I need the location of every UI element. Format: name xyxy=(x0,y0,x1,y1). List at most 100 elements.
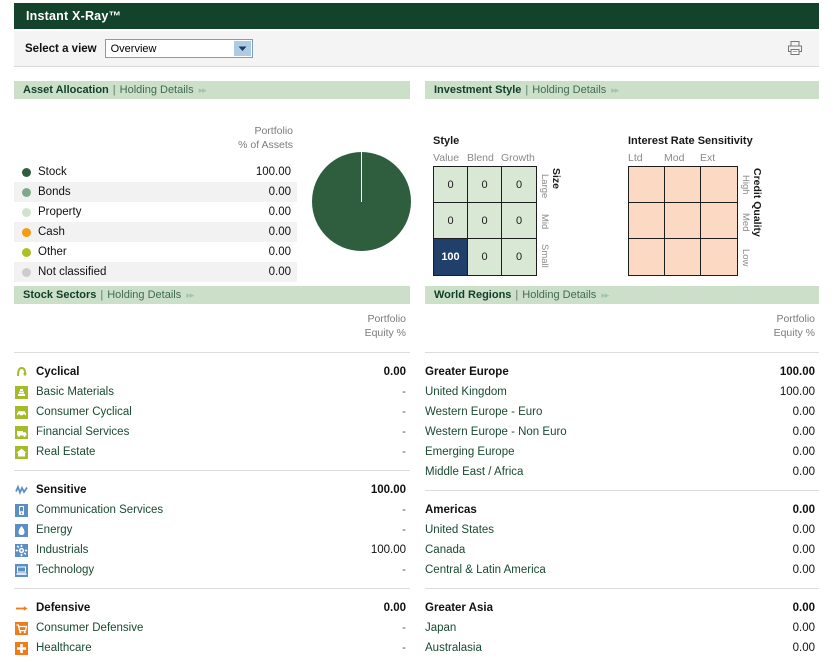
region-row: Emerging Europe 0.00 xyxy=(425,442,819,462)
world-regions-holding-details-link[interactable]: Holding Details xyxy=(522,289,596,301)
sector-group-header-row: Cyclical 0.00 xyxy=(14,362,410,382)
region-group: Americas 0.00 United States 0.00 Canada 0.00 C… xyxy=(425,491,819,580)
box-cell: 0 xyxy=(468,239,502,275)
stock-sectors-body: Portfolio Equity % Cyclical 0.00 Basic Mat… xyxy=(14,304,410,658)
investment-style-panel: Investment Style | Holding Details ▸▸ St… xyxy=(425,81,819,284)
sector-group-value: 0.00 xyxy=(383,366,406,378)
credit-quality-axis-name: Credit Quality xyxy=(751,168,763,237)
region-row: United States 0.00 xyxy=(425,520,819,540)
region-value: 0.00 xyxy=(792,564,815,576)
asset-class-value: 0.00 xyxy=(268,246,291,258)
world-regions-groups: Greater Europe 100.00 United Kingdom 100.00… xyxy=(425,353,819,658)
asset-class-value: 0.00 xyxy=(268,226,291,238)
sector-row: Energy - xyxy=(14,520,410,540)
healthcare-icon xyxy=(14,641,28,655)
box-row-label: Small xyxy=(539,244,550,269)
asset-class-value: 0.00 xyxy=(268,266,291,278)
style-box-group: Style Value Blend Growth 0 0 0 0 0 0 100 0 0 Large… xyxy=(433,135,562,276)
sector-label: Technology xyxy=(36,564,95,576)
sector-group-label: Sensitive xyxy=(36,484,87,496)
energy-icon xyxy=(14,523,28,537)
asset-class-label: Cash xyxy=(38,226,65,238)
region-label: United States xyxy=(425,524,495,536)
instant-xray-app: Instant X-Ray™ Select a view Overview As xyxy=(0,0,833,662)
stock-sectors-holding-details-link[interactable]: Holding Details xyxy=(107,289,181,301)
sensitive-icon xyxy=(14,484,28,495)
asset-allocation-panel: Asset Allocation | Holding Details ▸▸ Po… xyxy=(14,81,411,284)
printer-icon xyxy=(787,40,803,59)
stock-sectors-header: Stock Sectors | Holding Details ▸▸ xyxy=(14,286,410,304)
view-select-value: Overview xyxy=(110,42,157,55)
real-estate-icon xyxy=(14,445,28,459)
world-regions-title: World Regions xyxy=(434,289,512,301)
sector-value: - xyxy=(402,622,406,634)
sectors-col-header-line2: Equity % xyxy=(364,327,406,339)
sector-row: Basic Materials - xyxy=(14,382,410,402)
sector-value: - xyxy=(402,564,406,576)
region-group-label: Greater Asia xyxy=(425,602,493,614)
sector-value: - xyxy=(402,386,406,398)
sector-group: Cyclical 0.00 Basic Materials - Consumer Cyc… xyxy=(14,353,410,462)
box-row-label: Mid xyxy=(539,213,550,229)
stock-sectors-title: Stock Sectors xyxy=(23,289,97,301)
box-row-label: Low xyxy=(740,249,751,267)
sector-group-header-row: Defensive 0.00 xyxy=(14,598,410,618)
communication-services-icon xyxy=(14,503,28,517)
region-value: 0.00 xyxy=(792,406,815,418)
asset-allocation-row: Property 0.00 xyxy=(14,202,297,222)
box-column-label: Growth xyxy=(501,152,535,164)
stock-sectors-column-header: Portfolio Equity % xyxy=(14,304,410,340)
legend-dot-icon xyxy=(22,227,31,237)
double-arrow-icon: ▸▸ xyxy=(198,84,207,95)
region-group-label: Americas xyxy=(425,504,477,516)
region-row: Western Europe - Non Euro 0.00 xyxy=(425,422,819,442)
sector-value: - xyxy=(402,426,406,438)
asset-allocation-holding-details-link[interactable]: Holding Details xyxy=(120,84,194,96)
style-box-axis-name: Size xyxy=(550,168,562,190)
region-row: Central & Latin America 0.00 xyxy=(425,560,819,580)
box-cell xyxy=(701,203,737,239)
box-column-label: Ext xyxy=(700,152,716,164)
stock-sectors-panel: Stock Sectors | Holding Details ▸▸ Portf… xyxy=(14,286,410,658)
asset-class-label: Other xyxy=(38,246,67,258)
sector-group-header-row: Sensitive 100.00 xyxy=(14,480,410,500)
box-row-label: Large xyxy=(539,173,550,199)
pie-slice-stock xyxy=(312,152,411,251)
box-cell xyxy=(665,239,701,275)
box-cell xyxy=(665,167,701,203)
box-cell xyxy=(629,203,665,239)
industrials-icon xyxy=(14,543,28,557)
style-box-wrap: 0 0 0 0 0 0 100 0 0 Large Mid Small Size xyxy=(433,166,562,276)
style-box-column-headers: Value Blend Growth xyxy=(433,152,562,164)
box-column-label: Value xyxy=(433,152,460,164)
print-button[interactable] xyxy=(785,39,805,59)
investment-style-holding-details-link[interactable]: Holding Details xyxy=(532,84,606,96)
window-titlebar: Instant X-Ray™ xyxy=(14,3,819,29)
region-label: Middle East / Africa xyxy=(425,466,524,478)
consumer-cyclical-icon xyxy=(14,405,28,419)
sector-row: Technology - xyxy=(14,560,410,580)
interest-rate-grid xyxy=(628,166,738,276)
view-select[interactable]: Overview xyxy=(104,39,253,58)
region-row: Western Europe - Euro 0.00 xyxy=(425,402,819,422)
investment-style-title: Investment Style xyxy=(434,84,522,96)
region-label: Western Europe - Euro xyxy=(425,406,543,418)
page-title: Instant X-Ray™ xyxy=(26,9,122,23)
world-regions-column-header: Portfolio Equity % xyxy=(425,304,819,340)
region-value: 0.00 xyxy=(792,466,815,478)
defensive-icon xyxy=(15,605,27,611)
defensive-icon xyxy=(14,601,28,615)
region-label: Western Europe - Non Euro xyxy=(425,426,567,438)
region-group-header-row: Greater Asia 0.00 xyxy=(425,598,819,618)
basic-materials-icon xyxy=(14,385,28,399)
sector-value: - xyxy=(402,524,406,536)
sector-label: Financial Services xyxy=(36,426,130,438)
sector-row: Communication Services - xyxy=(14,500,410,520)
communication-services-icon xyxy=(14,503,28,517)
box-cell: 0 xyxy=(502,239,536,275)
technology-icon xyxy=(14,563,28,577)
chevron-down-icon[interactable] xyxy=(233,41,251,56)
region-row: United Kingdom 100.00 xyxy=(425,382,819,402)
legend-dot-icon xyxy=(22,267,31,277)
sector-group-label: Defensive xyxy=(36,602,91,614)
